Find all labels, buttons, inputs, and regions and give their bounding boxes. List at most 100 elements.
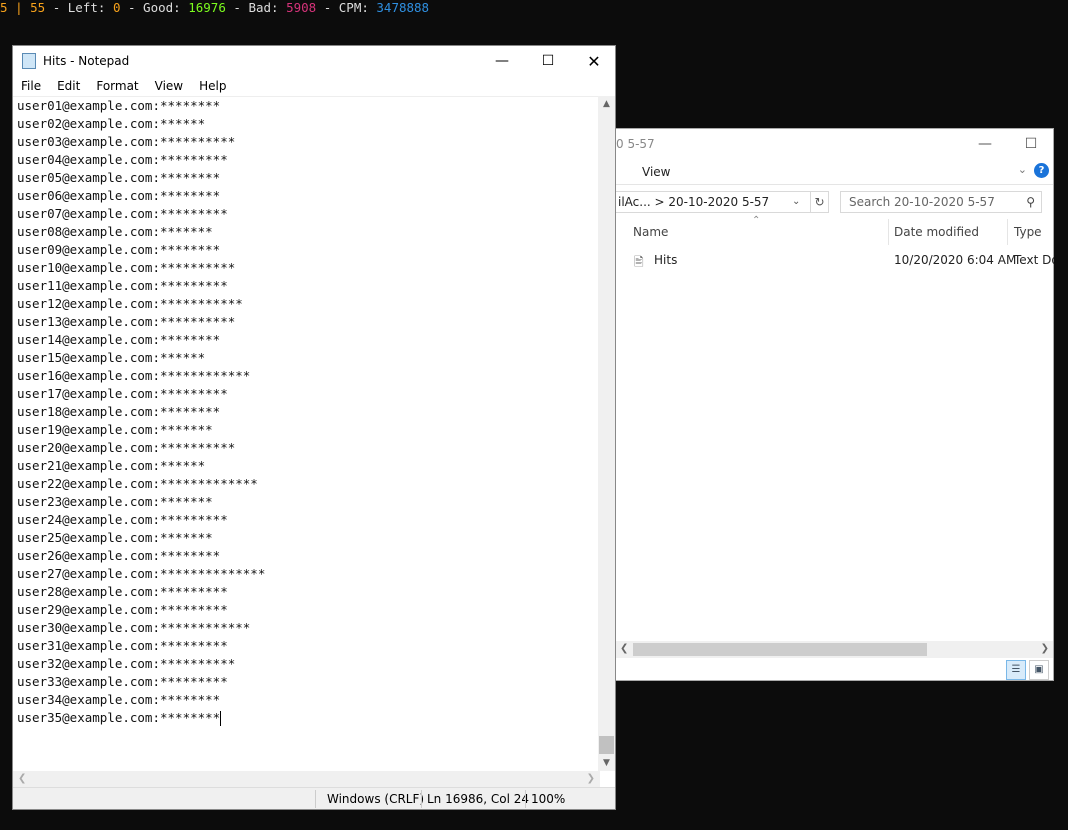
view-toggle: ☰ ▣ [1006, 660, 1049, 680]
text-line: user35@example.com:******** [17, 710, 222, 726]
counter-a: 5 [0, 0, 8, 15]
refresh-icon[interactable]: ↻ [811, 191, 829, 213]
address-bar[interactable]: ilAc... > 20-10-2020 5-57 [616, 191, 811, 213]
scroll-down-icon[interactable]: ▼ [598, 758, 615, 768]
cursor-position: Ln 16986, Col 24 [427, 792, 530, 806]
help-icon[interactable]: ? [1034, 163, 1049, 178]
window-title: 0 5-57 [616, 137, 655, 151]
large-icons-view-icon[interactable]: ▣ [1029, 660, 1049, 680]
scroll-left-icon[interactable]: ❮ [620, 643, 628, 654]
close-button[interactable]: ✕ [571, 46, 617, 76]
cpm-value: 3478888 [376, 0, 430, 15]
menu-file[interactable]: File [13, 77, 49, 95]
file-type: Text Do [1014, 253, 1054, 267]
text-line: user07@example.com:********* [17, 206, 228, 221]
text-line: user26@example.com:******** [17, 548, 221, 563]
bad-label: Bad: [248, 0, 279, 15]
column-date-modified[interactable]: Date modified [894, 225, 979, 239]
cpm-label: CPM: [338, 0, 369, 15]
file-row[interactable]: 🖹 Hits 10/20/2020 6:04 AM Text Do [632, 251, 1054, 271]
line-ending: Windows (CRLF) [327, 792, 425, 806]
text-line: user17@example.com:********* [17, 386, 228, 401]
text-line: user33@example.com:********* [17, 674, 228, 689]
text-line: user27@example.com:************** [17, 566, 266, 581]
text-line: user13@example.com:********** [17, 314, 236, 329]
file-name: Hits [654, 253, 678, 267]
text-editor[interactable]: user01@example.com:******** user02@exampl… [13, 96, 600, 771]
search-input[interactable]: Search 20-10-2020 5-57 ⚲ [840, 191, 1042, 213]
text-line: user28@example.com:********* [17, 584, 228, 599]
menu-edit[interactable]: Edit [49, 77, 88, 95]
window-title: Hits - Notepad [43, 54, 130, 68]
text-line: user31@example.com:********* [17, 638, 228, 653]
counter-b: 55 [30, 0, 46, 15]
menu-format[interactable]: Format [88, 77, 146, 95]
text-line: user24@example.com:********* [17, 512, 228, 527]
horizontal-scrollbar[interactable]: ❮ ❯ [616, 641, 1053, 658]
scroll-right-icon[interactable]: ❯ [587, 773, 595, 784]
divider [1007, 219, 1008, 245]
minimize-button[interactable]: — [479, 46, 525, 76]
left-value: 0 [112, 0, 121, 15]
text-line: user02@example.com:****** [17, 116, 206, 131]
menu-bar: File Edit Format View Help [13, 77, 234, 95]
text-line: user14@example.com:******** [17, 332, 221, 347]
status-bar: Windows (CRLF) Ln 16986, Col 24 100% [13, 787, 615, 809]
text-line: user06@example.com:******** [17, 188, 221, 203]
maximize-button[interactable]: ☐ [1008, 129, 1054, 159]
text-line: user16@example.com:************ [17, 368, 251, 383]
divider [616, 184, 1053, 185]
text-line: user23@example.com:******* [17, 494, 213, 509]
text-line: user30@example.com:************ [17, 620, 251, 635]
title-bar: Hits - Notepad — ☐ ✕ [13, 46, 615, 76]
scrollbar-thumb[interactable] [633, 643, 927, 656]
maximize-button[interactable]: ☐ [525, 46, 571, 76]
checker-status-line: 5 | 55 - Left: 0 - Good: 16976 - Bad: 59… [0, 0, 430, 15]
text-line: user10@example.com:********** [17, 260, 236, 275]
file-explorer-window: 0 5-57 — ☐ View ⌄ ? ilAc... > 20-10-2020… [616, 128, 1054, 681]
text-line: user15@example.com:****** [17, 350, 206, 365]
vertical-scrollbar[interactable]: ▲ ▼ [598, 96, 615, 771]
search-icon: ⚲ [1026, 195, 1035, 209]
menu-view[interactable]: View [147, 77, 191, 95]
text-line: user21@example.com:****** [17, 458, 206, 473]
text-line: user29@example.com:********* [17, 602, 228, 617]
text-line: user22@example.com:************* [17, 476, 258, 491]
chevron-down-icon[interactable]: ⌄ [1018, 163, 1027, 176]
notepad-icon [22, 53, 36, 69]
text-line: user18@example.com:******** [17, 404, 221, 419]
text-line: user25@example.com:******* [17, 530, 213, 545]
scroll-up-icon[interactable]: ▲ [598, 99, 615, 109]
search-placeholder: Search 20-10-2020 5-57 [849, 195, 995, 209]
text-caret [220, 711, 222, 726]
bad-value: 5908 [286, 0, 317, 15]
zoom-level: 100% [531, 792, 566, 806]
scroll-right-icon[interactable]: ❯ [1041, 643, 1049, 654]
text-line: user03@example.com:********** [17, 134, 236, 149]
details-view-icon[interactable]: ☰ [1006, 660, 1026, 680]
scroll-left-icon[interactable]: ❮ [18, 773, 26, 784]
divider [888, 219, 889, 245]
notepad-window: Hits - Notepad — ☐ ✕ File Edit Format Vi… [12, 45, 616, 810]
minimize-button-2[interactable] [916, 129, 962, 159]
text-file-icon: 🖹 [634, 255, 644, 269]
column-name[interactable]: Name [633, 225, 668, 239]
text-line: user34@example.com:******** [17, 692, 221, 707]
column-type[interactable]: Type [1014, 225, 1042, 239]
menu-help[interactable]: Help [191, 77, 234, 95]
good-label: Good: [143, 0, 181, 15]
scrollbar-thumb[interactable] [599, 736, 614, 754]
text-line: user32@example.com:********** [17, 656, 236, 671]
text-line: user20@example.com:********** [17, 440, 236, 455]
horizontal-scrollbar[interactable]: ❮ ❯ [13, 771, 600, 788]
text-line: user09@example.com:******** [17, 242, 221, 257]
text-line: user12@example.com:*********** [17, 296, 243, 311]
text-line: user08@example.com:******* [17, 224, 213, 239]
text-line: user04@example.com:********* [17, 152, 228, 167]
menu-view[interactable]: View [642, 165, 670, 179]
chevron-down-icon[interactable]: ⌄ [792, 191, 810, 213]
good-value: 16976 [188, 0, 226, 15]
text-line: user11@example.com:********* [17, 278, 228, 293]
text-line: user19@example.com:******* [17, 422, 213, 437]
file-date: 10/20/2020 6:04 AM [894, 253, 1017, 267]
